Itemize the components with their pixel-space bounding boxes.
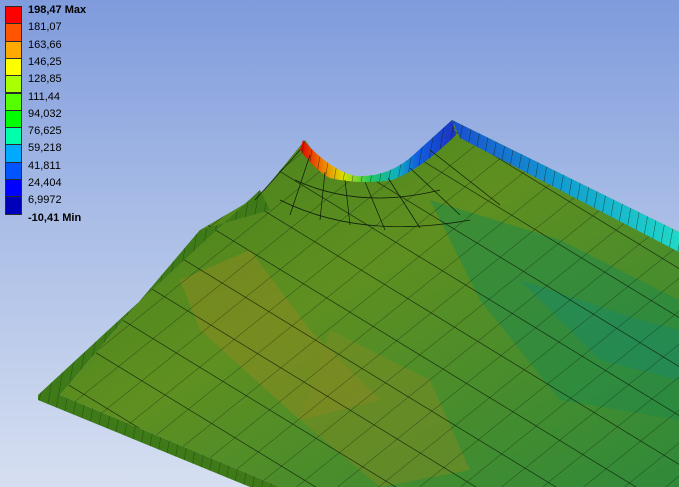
legend-level-label: 6,9972 [28,194,62,207]
legend-level-label: 163,66 [28,38,62,51]
legend-level-label: 59,218 [28,142,62,155]
legend-level-label: 41,811 [28,159,61,172]
plate-top-grid [60,120,679,487]
legend-level-label: 128,85 [28,73,62,86]
legend-swatch [5,179,22,198]
legend-level-label: 76,625 [28,125,62,138]
legend-swatch [5,127,22,146]
legend-swatch [5,92,22,111]
legend-swatch [5,144,22,163]
legend-level-label: 94,032 [28,107,62,120]
legend-swatch [5,40,22,59]
legend-swatch [5,109,22,129]
legend-swatch [5,161,22,180]
legend-swatch [5,23,22,42]
stress-color-legend: 198,47 Max 181,07 163,66 146,25 128,85 111,44… [5,4,145,228]
legend-level-label: 146,25 [28,55,62,68]
legend-max-label: 198,47 Max [28,4,87,16]
legend-level-label: 24,404 [28,177,62,189]
3d-viewport[interactable]: 198,47 Max 181,07 163,66 146,25 128,85 111,44… [0,0,679,487]
legend-level-label: 111,44 [28,90,61,103]
legend-min-label: -10,41 Min [28,211,82,224]
legend-swatch [5,57,22,77]
legend-swatch [5,6,22,25]
legend-level-label: 181,07 [28,21,62,34]
legend-swatch [5,196,22,215]
legend-swatch [5,75,22,94]
